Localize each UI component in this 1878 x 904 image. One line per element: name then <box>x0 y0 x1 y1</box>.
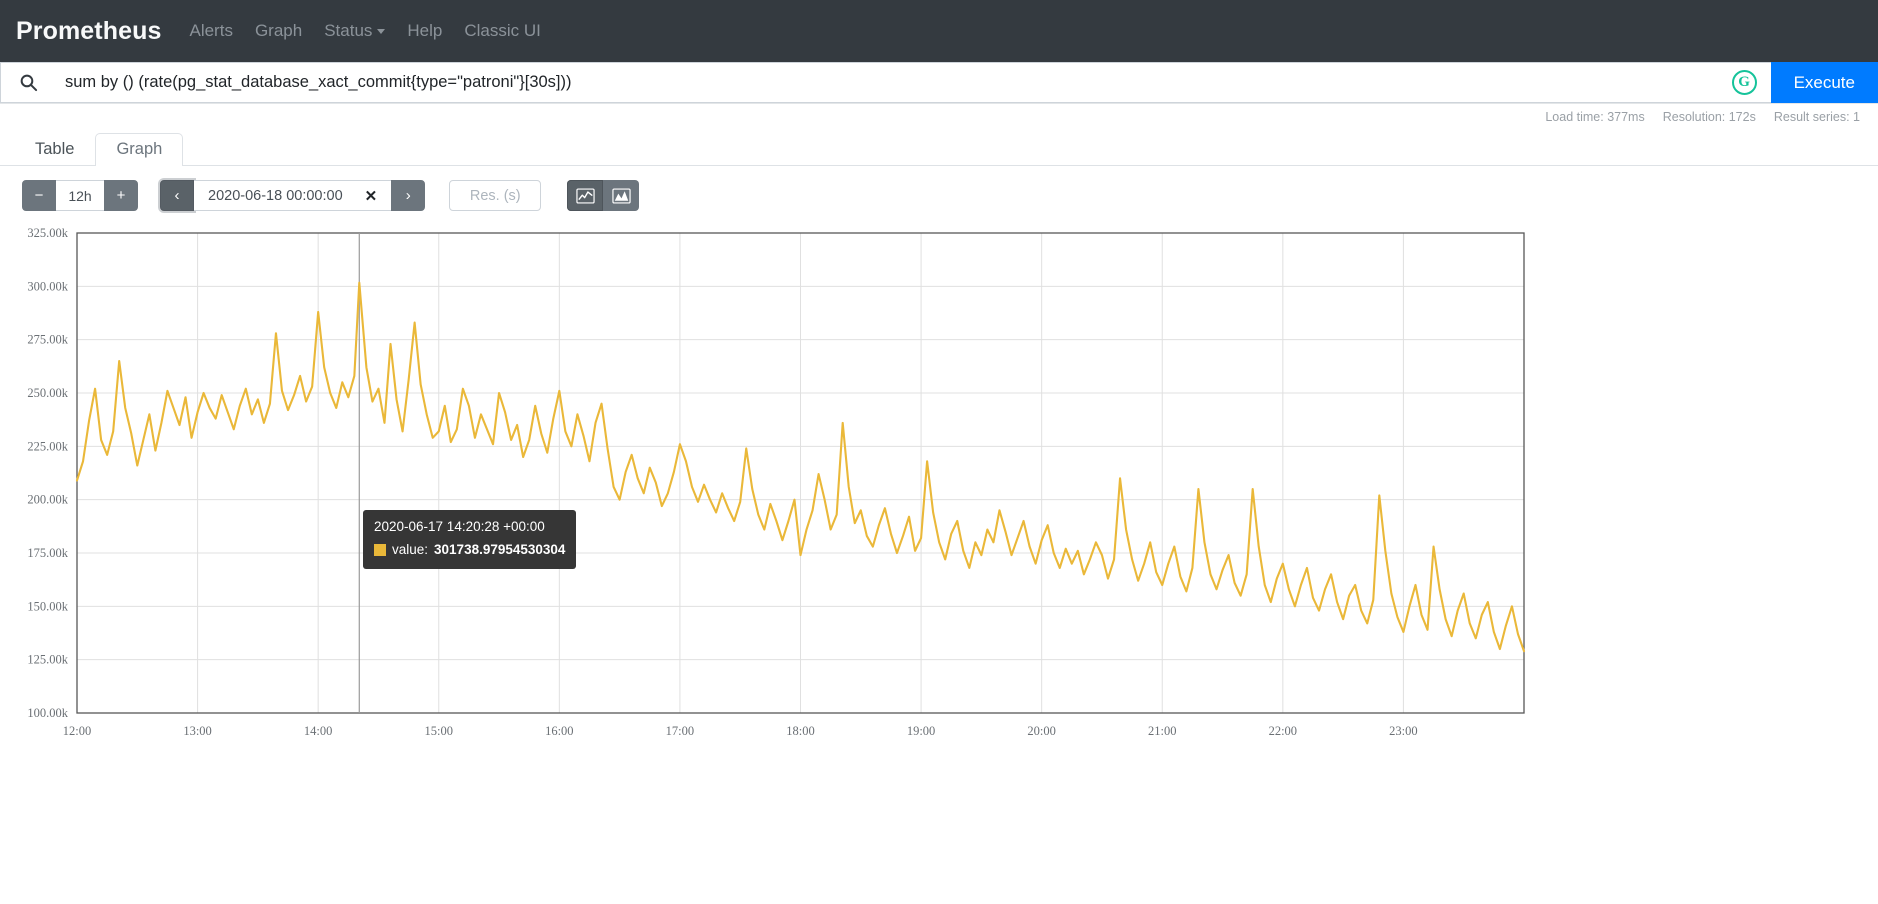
execute-button[interactable]: Execute <box>1771 62 1878 103</box>
y-axis-tick-label: 225.00k <box>27 439 68 453</box>
x-axis-tick-label: 18:00 <box>786 724 814 738</box>
navbar: Prometheus Alerts Graph Status Help Clas… <box>0 0 1878 62</box>
x-axis-tick-label: 21:00 <box>1148 724 1176 738</box>
y-axis-tick-label: 275.00k <box>27 333 68 347</box>
nav-link-status[interactable]: Status <box>324 21 385 41</box>
line-chart-icon[interactable] <box>567 180 603 211</box>
stacked-area-chart-icon[interactable] <box>603 180 639 211</box>
search-icon <box>0 62 55 103</box>
x-axis-tick-label: 17:00 <box>666 724 694 738</box>
y-axis-tick-label: 300.00k <box>27 279 68 293</box>
y-axis-tick-label: 175.00k <box>27 546 68 560</box>
graph-panel: 100.00k 125.00k 150.00k 175.00k 200.00k 225.0… <box>0 225 1878 885</box>
query-stats: Load time: 377ms Resolution: 172s Result… <box>0 104 1878 130</box>
y-axis-tick-label: 150.00k <box>27 599 68 613</box>
tooltip-timestamp: 2020-06-17 14:20:28 +00:00 <box>374 517 565 538</box>
resolution-stat: Resolution: 172s <box>1663 110 1756 124</box>
range-stepper: − 12h + <box>22 180 138 211</box>
query-bar: sum by () (rate(pg_stat_database_xact_co… <box>0 62 1878 104</box>
end-time-value: 2020-06-18 00:00:00 <box>208 188 343 204</box>
x-axis-tick-label: 19:00 <box>907 724 935 738</box>
clear-time-icon[interactable]: ✕ <box>365 187 378 205</box>
chart-tooltip: 2020-06-17 14:20:28 +00:00 value: 301738… <box>363 510 576 569</box>
result-series-stat: Result series: 1 <box>1774 110 1860 124</box>
y-axis-tick-label: 325.00k <box>27 226 68 240</box>
x-axis-tick-label: 16:00 <box>545 724 573 738</box>
y-axis-tick-label: 100.00k <box>27 706 68 720</box>
y-axis-tick-label: 125.00k <box>27 653 68 667</box>
time-prev-button[interactable]: ‹ <box>160 180 194 211</box>
query-input[interactable]: sum by () (rate(pg_stat_database_xact_co… <box>55 62 1718 103</box>
nav-link-alerts-label: Alerts <box>189 21 232 40</box>
x-axis-tick-label: 14:00 <box>304 724 332 738</box>
x-axis-tick-label: 22:00 <box>1269 724 1297 738</box>
tooltip-value-row: value: 301738.97954530304 <box>374 540 565 561</box>
series-color-swatch <box>374 544 386 556</box>
load-time-stat: Load time: 377ms <box>1545 110 1644 124</box>
time-next-button[interactable]: › <box>391 180 425 211</box>
y-axis-tick-label: 250.00k <box>27 386 68 400</box>
tooltip-value-label: value: <box>392 540 428 561</box>
range-value[interactable]: 12h <box>56 180 104 211</box>
view-tabs: Table Graph <box>0 130 1878 166</box>
tooltip-value: 301738.97954530304 <box>434 540 565 561</box>
tab-graph[interactable]: Graph <box>95 133 183 166</box>
x-axis-tick-label: 15:00 <box>425 724 453 738</box>
x-axis-tick-label: 23:00 <box>1389 724 1417 738</box>
nav-link-classic-ui-label: Classic UI <box>464 21 541 40</box>
resolution-input[interactable]: Res. (s) <box>449 180 541 211</box>
grammarly-icon[interactable]: G <box>1718 62 1771 103</box>
nav-link-help[interactable]: Help <box>407 21 442 41</box>
nav-link-classic-ui[interactable]: Classic UI <box>464 21 541 41</box>
nav-link-graph-label: Graph <box>255 21 302 40</box>
nav-link-alerts[interactable]: Alerts <box>189 21 232 41</box>
x-axis-tick-label: 12:00 <box>63 724 91 738</box>
chart-type-toggle <box>567 180 639 211</box>
nav-link-graph[interactable]: Graph <box>255 21 302 41</box>
brand-logo[interactable]: Prometheus <box>16 17 161 46</box>
x-axis-tick-label: 20:00 <box>1027 724 1055 738</box>
end-time-input[interactable]: 2020-06-18 00:00:00 ✕ <box>194 180 391 211</box>
graph-controls-toolbar: − 12h + ‹ 2020-06-18 00:00:00 ✕ › Res. (… <box>0 166 1878 221</box>
range-decrease-button[interactable]: − <box>22 180 56 211</box>
nav-link-help-label: Help <box>407 21 442 40</box>
nav-link-status-label: Status <box>324 21 372 40</box>
chevron-down-icon <box>377 29 385 34</box>
range-increase-button[interactable]: + <box>104 180 138 211</box>
time-navigator: ‹ 2020-06-18 00:00:00 ✕ › <box>160 180 425 211</box>
time-series-chart[interactable]: 100.00k 125.00k 150.00k 175.00k 200.00k 225.0… <box>0 225 1878 885</box>
grammarly-glyph: G <box>1732 70 1757 95</box>
tab-table[interactable]: Table <box>14 133 95 166</box>
x-axis-tick-label: 13:00 <box>183 724 211 738</box>
y-axis-tick-label: 200.00k <box>27 493 68 507</box>
